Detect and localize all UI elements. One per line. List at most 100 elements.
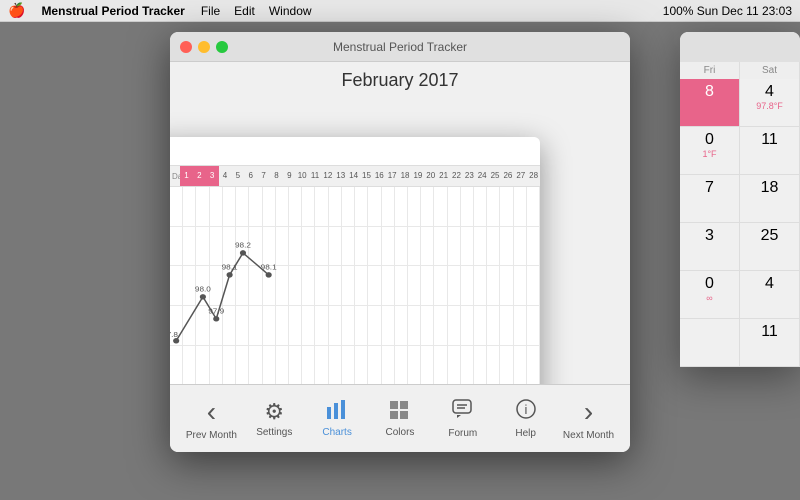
toolbar: ‹ Prev Month ⚙ Settings Charts	[170, 384, 630, 452]
temp-dot	[240, 250, 246, 255]
charts-label: Charts	[322, 427, 351, 438]
right-cal-row: 7 18	[680, 175, 800, 223]
temp-label: 97.8	[170, 331, 178, 339]
day-label: 23	[463, 166, 476, 186]
toolbar-forum[interactable]: Forum	[433, 398, 493, 439]
chart-grid-area: 97.8 98.0 97.9 98.1 98.2 98.1	[170, 187, 540, 384]
settings-icon: ⚙	[264, 399, 284, 425]
temp-label: 98.0	[195, 285, 212, 293]
day-label: 2	[193, 166, 206, 186]
temp-label: 98.1	[222, 263, 238, 271]
toolbar-next-month[interactable]: › Next Month	[558, 396, 618, 441]
forum-icon	[451, 398, 475, 426]
toolbar-settings[interactable]: ⚙ Settings	[244, 399, 304, 438]
apple-menu[interactable]: 🍎	[8, 2, 25, 19]
day-label: 14	[347, 166, 360, 186]
cell-num: 7	[684, 179, 735, 197]
calendar-month-header: February 2017	[170, 62, 630, 95]
day-label: 19	[411, 166, 424, 186]
cell-temp: 1°F	[684, 149, 735, 159]
cell-num: 3	[684, 227, 735, 245]
day-label: 13	[334, 166, 347, 186]
prev-month-icon: ‹	[207, 396, 216, 428]
file-menu[interactable]: File	[201, 4, 220, 18]
right-cal-header	[680, 32, 800, 62]
cell-num: 8	[684, 83, 735, 101]
right-cal-cell: 4	[740, 271, 800, 318]
chart-svg: 97.8 98.0 97.9 98.1 98.2 98.1	[170, 187, 540, 384]
main-window: Menstrual Period Tracker February 2017 I…	[170, 32, 630, 452]
cell-num: 11	[744, 131, 795, 149]
day-label: 24	[476, 166, 489, 186]
day-label: 22	[450, 166, 463, 186]
toolbar-help[interactable]: i Help	[496, 398, 556, 439]
right-cal-cell: 25	[740, 223, 800, 270]
temp-dot	[200, 294, 206, 299]
toolbar-prev-month[interactable]: ‹ Prev Month	[181, 396, 241, 441]
day-label: 15	[360, 166, 373, 186]
right-cal-cell: 11	[740, 127, 800, 174]
day-label: 20	[424, 166, 437, 186]
day-labels-row: Day 123456789101112131415161718192021222…	[170, 165, 540, 187]
col-sat: Sat	[740, 62, 800, 79]
edit-menu[interactable]: Edit	[234, 4, 255, 18]
day-label: 25	[489, 166, 502, 186]
chart-dialog: I P S1 S2 S3 S4 Day 12345678910111213141…	[170, 137, 540, 384]
temp-label: 97.9	[208, 307, 224, 315]
day-label: 5	[231, 166, 244, 186]
cell-num: 0	[684, 131, 735, 149]
day-label: 21	[437, 166, 450, 186]
temp-label: 98.1	[261, 263, 277, 271]
day-label: 12	[321, 166, 334, 186]
close-button[interactable]	[180, 41, 192, 53]
help-icon: i	[515, 398, 537, 426]
day-numbers-container: 1234567891011121314151617181920212223242…	[180, 166, 540, 186]
window-titlebar: Menstrual Period Tracker	[170, 32, 630, 62]
day-label: 6	[244, 166, 257, 186]
day-label: 27	[514, 166, 527, 186]
next-month-label: Next Month	[563, 430, 614, 441]
maximize-button[interactable]	[216, 41, 228, 53]
colors-icon	[388, 399, 412, 425]
charts-icon	[325, 399, 349, 425]
cell-num: 0	[684, 275, 735, 293]
day-label: 16	[373, 166, 386, 186]
right-cal-cell: 3	[680, 223, 740, 270]
day-label: 8	[270, 166, 283, 186]
window-menu[interactable]: Window	[269, 4, 312, 18]
toolbar-colors[interactable]: Colors	[370, 399, 430, 438]
menu-items: File Edit Window	[201, 4, 312, 18]
col-fri: Fri	[680, 62, 740, 79]
right-col-headers: Fri Sat	[680, 62, 800, 79]
right-cal-cell: 0 1°F	[680, 127, 740, 174]
right-calendar: Fri Sat 8 4 97.8°F 0 1°F 11	[680, 32, 800, 367]
temp-dot	[266, 272, 272, 277]
cell-num: 4	[744, 83, 795, 101]
right-cal-cell-pink: 8	[680, 79, 740, 126]
temp-dot	[213, 316, 219, 321]
minimize-button[interactable]	[198, 41, 210, 53]
cell-num: 25	[744, 227, 795, 245]
help-label: Help	[515, 428, 536, 439]
cell-num: 18	[744, 179, 795, 197]
window-title: Menstrual Period Tracker	[333, 40, 467, 54]
day-label: 11	[309, 166, 322, 186]
day-label: 26	[501, 166, 514, 186]
right-cal-cell: 18	[740, 175, 800, 222]
toolbar-charts[interactable]: Charts	[307, 399, 367, 438]
day-label: 17	[386, 166, 399, 186]
day-label: 3	[206, 166, 219, 186]
right-cal-row: 0 1°F 11	[680, 127, 800, 175]
menubar-right: 100% Sun Dec 11 23:03	[663, 4, 792, 18]
day-label: 10	[296, 166, 309, 186]
cell-temp: ∞	[684, 293, 735, 303]
day-label: 9	[283, 166, 296, 186]
right-cal-cell	[680, 319, 740, 366]
right-cal-cell: 7	[680, 175, 740, 222]
right-cal-row: 8 4 97.8°F	[680, 79, 800, 127]
datetime: 100% Sun Dec 11 23:03	[663, 4, 792, 18]
day-label: 7	[257, 166, 270, 186]
day-label: 18	[399, 166, 412, 186]
right-cal-cell: 0 ∞	[680, 271, 740, 318]
right-cal-row: 3 25	[680, 223, 800, 271]
